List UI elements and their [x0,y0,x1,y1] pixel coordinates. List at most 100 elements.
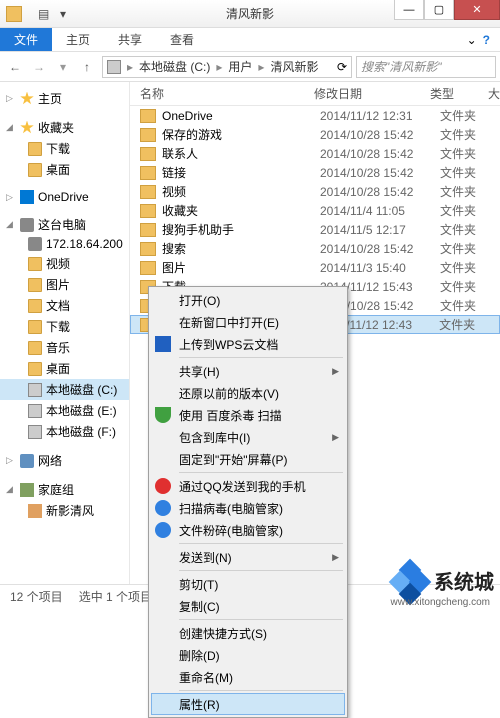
sidebar-item[interactable]: 桌面 [0,358,129,379]
file-type: 文件夹 [440,126,500,143]
sidebar-thispc[interactable]: ◢这台电脑 [0,214,129,235]
column-date[interactable]: 修改日期 [314,85,430,102]
file-row[interactable]: 搜索2014/10/28 15:42文件夹 [130,239,500,258]
back-button[interactable]: ← [4,56,26,78]
sidebar-homegroup[interactable]: ◢家庭组 [0,479,129,500]
sidebar-item-selected[interactable]: 本地磁盘 (C:) [0,379,129,400]
ribbon-tabs: 文件 主页 共享 查看 ⌄ ? [0,28,500,52]
sidebar-onedrive[interactable]: ▷OneDrive [0,188,129,206]
tab-share[interactable]: 共享 [104,28,156,51]
column-name[interactable]: 名称 [140,85,314,102]
sidebar-home[interactable]: ▷主页 [0,88,129,109]
column-type[interactable]: 类型 [430,85,488,102]
wps-icon [155,336,171,352]
breadcrumb[interactable]: 清风新影 [270,58,318,75]
help-icon[interactable]: ? [483,33,490,47]
folder-icon [140,261,156,275]
file-name: 联系人 [162,145,320,162]
cm-scan[interactable]: 扫描病毒(电脑管家) [151,497,345,519]
address-bar[interactable]: ▸ 本地磁盘 (C:) ▸ 用户 ▸ 清风新影 ⟳ [102,56,352,78]
qat-properties-icon[interactable]: ▤ [38,7,52,21]
folder-icon [140,223,156,237]
title-bar: ▤ ▾ 清风新影 — ▢ ✕ [0,0,500,28]
file-row[interactable]: 保存的游戏2014/10/28 15:42文件夹 [130,125,500,144]
file-date: 2014/10/28 15:42 [320,185,440,199]
cm-cut[interactable]: 剪切(T) [151,573,345,595]
file-row[interactable]: 链接2014/10/28 15:42文件夹 [130,163,500,182]
breadcrumb[interactable]: 本地磁盘 (C:) [139,58,210,75]
breadcrumb[interactable]: 用户 [228,58,252,75]
sidebar-item[interactable]: 新影清风 [0,500,129,521]
folder-icon [140,166,156,180]
file-name: 保存的游戏 [162,126,320,143]
file-row[interactable]: 收藏夹2014/11/4 11:05文件夹 [130,201,500,220]
file-row[interactable]: 图片2014/11/3 15:40文件夹 [130,258,500,277]
status-count: 12 个项目 [10,588,63,605]
file-date: 2014/10/28 15:42 [320,242,440,256]
file-row[interactable]: OneDrive2014/11/12 12:31文件夹 [130,106,500,125]
sidebar-network[interactable]: ▷网络 [0,450,129,471]
file-row[interactable]: 联系人2014/10/28 15:42文件夹 [130,144,500,163]
cm-copy[interactable]: 复制(C) [151,595,345,617]
file-date: 2014/11/5 12:17 [320,223,440,237]
refresh-icon[interactable]: ⟳ [337,60,347,74]
forward-button[interactable]: → [28,56,50,78]
cm-shortcut[interactable]: 创建快捷方式(S) [151,622,345,644]
tab-file[interactable]: 文件 [0,28,52,51]
folder-icon [140,242,156,256]
cm-separator [179,543,343,544]
cm-open[interactable]: 打开(O) [151,289,345,311]
file-date: 2014/11/4 11:05 [320,204,440,218]
sidebar-item[interactable]: 下载 [0,316,129,337]
tab-home[interactable]: 主页 [52,28,104,51]
sidebar-item[interactable]: 本地磁盘 (E:) [0,400,129,421]
sidebar-item[interactable]: 音乐 [0,337,129,358]
file-type: 文件夹 [440,164,500,181]
tab-view[interactable]: 查看 [156,28,208,51]
sidebar-item[interactable]: 172.18.64.200 [0,235,129,253]
cm-baidu[interactable]: 使用 百度杀毒 扫描 [151,404,345,426]
cm-shred[interactable]: 文件粉碎(电脑管家) [151,519,345,541]
cm-pin[interactable]: 固定到"开始"屏幕(P) [151,448,345,470]
column-size[interactable]: 大 [488,85,500,102]
sidebar-item[interactable]: 图片 [0,274,129,295]
sidebar-favorites[interactable]: ◢收藏夹 [0,117,129,138]
cm-new-window[interactable]: 在新窗口中打开(E) [151,311,345,333]
cm-wps[interactable]: 上传到WPS云文档 [151,333,345,355]
sidebar-item[interactable]: 桌面 [0,159,129,180]
file-type: 文件夹 [440,145,500,162]
close-button[interactable]: ✕ [454,0,500,20]
qq-icon [155,478,171,494]
search-input[interactable]: 搜索"清风新影" [356,56,496,78]
file-date: 2014/10/28 15:42 [320,166,440,180]
sidebar-item[interactable]: 文档 [0,295,129,316]
file-row[interactable]: 搜狗手机助手2014/11/5 12:17文件夹 [130,220,500,239]
sidebar-item[interactable]: 下载 [0,138,129,159]
folder-icon [140,128,156,142]
history-dropdown[interactable]: ▾ [52,56,74,78]
watermark: 系统城 [390,560,494,600]
cm-restore[interactable]: 还原以前的版本(V) [151,382,345,404]
cm-library[interactable]: 包含到库中(I)▶ [151,426,345,448]
watermark-text: 系统城 [434,566,494,595]
cm-qq[interactable]: 通过QQ发送到我的手机 [151,475,345,497]
shred-icon [155,522,171,538]
cm-separator [179,472,343,473]
up-button[interactable]: ↑ [76,56,98,78]
file-type: 文件夹 [440,107,500,124]
minimize-button[interactable]: — [394,0,424,20]
cm-sendto[interactable]: 发送到(N)▶ [151,546,345,568]
file-type: 文件夹 [440,240,500,257]
file-date: 2014/11/12 12:31 [320,109,440,123]
sidebar-item[interactable]: 本地磁盘 (F:) [0,421,129,442]
cm-share[interactable]: 共享(H)▶ [151,360,345,382]
qat-newfolder-icon[interactable]: ▾ [60,7,74,21]
sidebar-item[interactable]: 视频 [0,253,129,274]
file-row[interactable]: 视频2014/10/28 15:42文件夹 [130,182,500,201]
column-headers[interactable]: 名称 修改日期 类型 大 [130,82,500,106]
maximize-button[interactable]: ▢ [424,0,454,20]
ribbon-expand-icon[interactable]: ⌄ [467,33,477,47]
cm-properties[interactable]: 属性(R) [151,693,345,715]
cm-rename[interactable]: 重命名(M) [151,666,345,688]
cm-delete[interactable]: 删除(D) [151,644,345,666]
